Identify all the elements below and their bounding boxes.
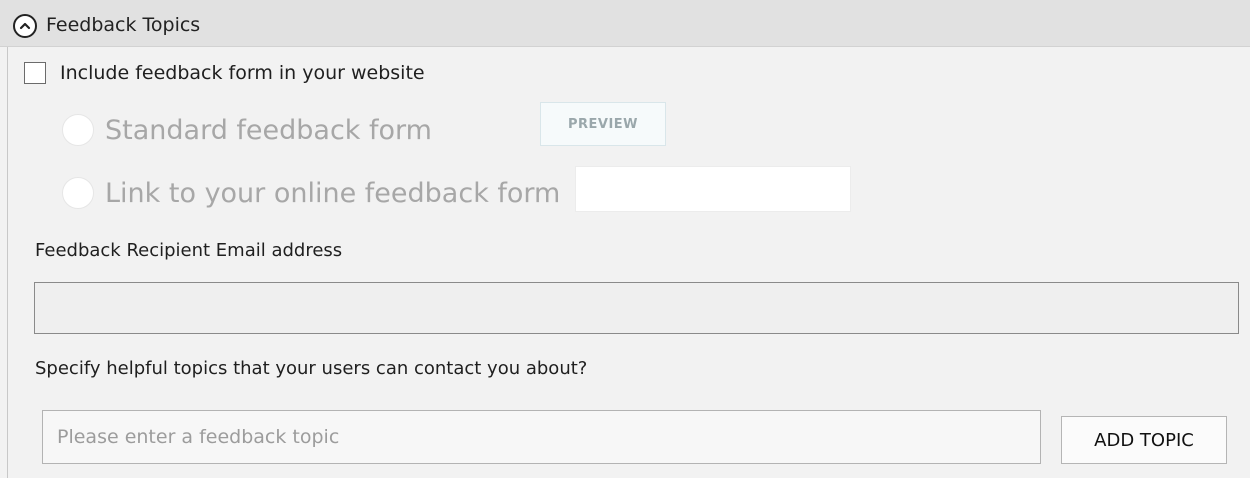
include-feedback-row[interactable]: Include feedback form in your website: [24, 62, 425, 84]
link-form-radio[interactable]: [62, 177, 94, 209]
recipient-email-label: Feedback Recipient Email address: [35, 240, 343, 261]
include-feedback-checkbox[interactable]: [24, 62, 46, 84]
standard-form-label: Standard feedback form: [105, 114, 432, 146]
panel-left-border: [7, 46, 8, 478]
topics-label: Specify helpful topics that your users c…: [35, 358, 588, 379]
link-form-option[interactable]: Link to your online feedback form: [62, 177, 560, 209]
section-header[interactable]: Feedback Topics: [0, 0, 1250, 47]
link-form-label: Link to your online feedback form: [105, 177, 561, 209]
feedback-link-input[interactable]: [575, 166, 851, 212]
recipient-email-input[interactable]: [34, 282, 1239, 334]
standard-form-option[interactable]: Standard feedback form: [62, 114, 432, 146]
include-feedback-label: Include feedback form in your website: [60, 62, 425, 84]
add-topic-button[interactable]: ADD TOPIC: [1061, 416, 1227, 464]
preview-button[interactable]: PREVIEW: [540, 102, 666, 146]
standard-form-radio[interactable]: [62, 114, 94, 146]
collapse-button[interactable]: [13, 14, 37, 38]
chevron-up-icon: [19, 22, 31, 30]
section-title: Feedback Topics: [46, 14, 201, 36]
feedback-topic-input[interactable]: [42, 410, 1041, 464]
